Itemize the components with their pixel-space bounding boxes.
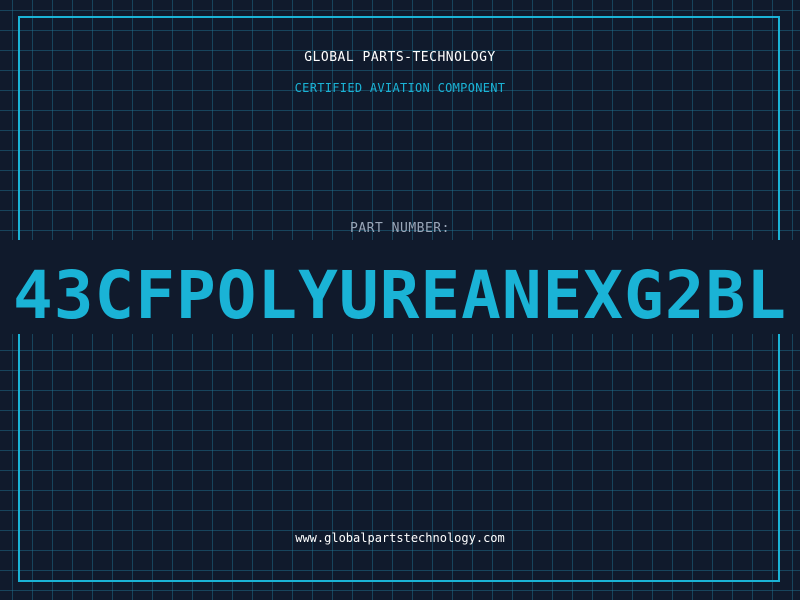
certification-subtitle: CERTIFIED AVIATION COMPONENT <box>294 81 506 95</box>
part-number-value: 43CFPOLYUREANEXG2BL <box>13 257 787 334</box>
company-name: GLOBAL PARTS-TECHNOLOGY <box>304 50 496 65</box>
website-url: www.globalpartstechnology.com <box>295 531 505 545</box>
part-number-label: PART NUMBER: <box>350 221 450 236</box>
part-number-band: 43CFPOLYUREANEXG2BL <box>0 240 800 334</box>
